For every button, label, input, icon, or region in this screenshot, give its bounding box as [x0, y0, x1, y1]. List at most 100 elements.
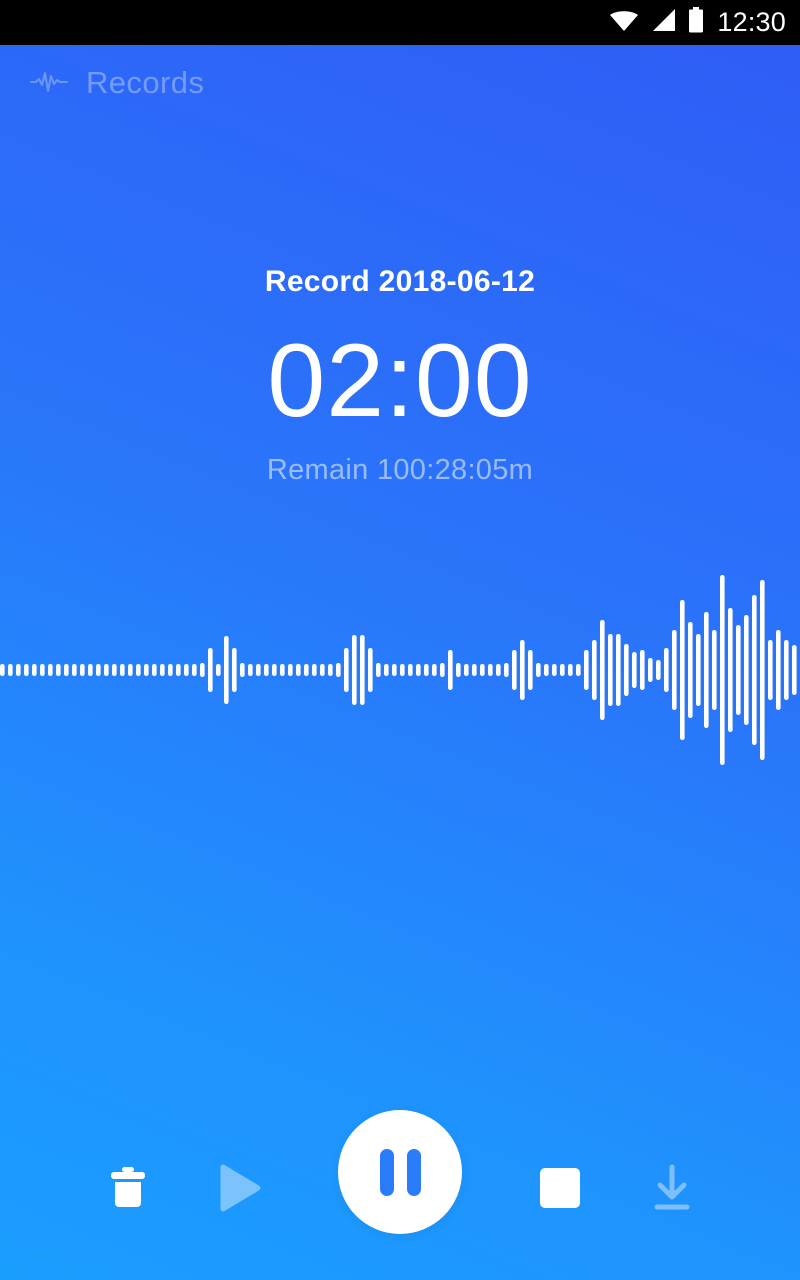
- waveform-bar: [480, 664, 485, 676]
- waveform-bar: [280, 664, 285, 676]
- waveform-bar: [368, 648, 373, 692]
- waveform-bar: [576, 664, 581, 676]
- waveform-bar: [72, 664, 77, 676]
- waveform-bar: [8, 664, 13, 676]
- waveform-bar: [560, 664, 565, 676]
- waveform-bar: [752, 595, 757, 745]
- waveform-bar: [272, 664, 277, 676]
- waveform-bar: [472, 664, 477, 676]
- play-icon: [218, 1164, 262, 1217]
- waveform-bar: [176, 664, 181, 676]
- waveform-bar: [384, 664, 389, 676]
- waveform-bar: [240, 663, 245, 677]
- waveform-bar: [768, 640, 773, 700]
- play-button[interactable]: [197, 1147, 283, 1233]
- delete-button[interactable]: [85, 1147, 171, 1233]
- download-icon: [650, 1164, 694, 1217]
- waveform-bar: [224, 636, 229, 704]
- waveform-bar: [264, 664, 269, 676]
- waveform-bar: [64, 664, 69, 676]
- status-bar: 12:30: [0, 0, 800, 45]
- waveform-bar: [152, 664, 157, 676]
- waveform-bar: [48, 664, 53, 676]
- waveform-bar: [16, 664, 21, 676]
- waveform-bar: [160, 664, 165, 676]
- waveform-bar: [232, 648, 237, 692]
- record-name-label: Record 2018-06-12: [264, 265, 536, 298]
- waveform-bar: [464, 664, 469, 676]
- waveform-bar: [512, 650, 517, 690]
- waveform-bar: [400, 664, 405, 676]
- waveform-bar: [80, 664, 85, 676]
- waveform-bar: [208, 648, 213, 692]
- record-info: Record 2018-06-12 02:00 Remain 100:28:05…: [0, 265, 800, 487]
- app-header: Records: [30, 63, 204, 101]
- waveform-bar: [296, 664, 301, 676]
- waveform-bar: [352, 635, 357, 705]
- waveform-bar: [656, 660, 661, 680]
- waveform-bar: [640, 650, 645, 690]
- waveform-bar: [536, 663, 541, 677]
- waveform-bar: [792, 645, 797, 695]
- waveform-bar: [704, 612, 709, 728]
- waveform-bar: [504, 663, 509, 677]
- waveform-bar: [680, 600, 685, 740]
- waveform-bar: [32, 664, 37, 676]
- waveform-bar: [40, 664, 45, 676]
- waveform-bar: [760, 580, 765, 760]
- waveform-bar: [672, 630, 677, 710]
- waveform-bar: [424, 664, 429, 676]
- waveform-bar: [416, 664, 421, 676]
- waveform-bar: [784, 640, 789, 700]
- waveform-bar: [88, 664, 93, 676]
- waveform-bar: [376, 663, 381, 677]
- waveform-bar: [664, 648, 669, 692]
- waveform-bar: [696, 634, 701, 706]
- pause-record-button[interactable]: [338, 1110, 462, 1234]
- audio-waveform: [0, 545, 800, 795]
- trash-icon: [107, 1165, 149, 1216]
- status-bar-clock: 12:30: [717, 7, 786, 37]
- save-button[interactable]: [629, 1147, 715, 1233]
- waveform-bar: [624, 644, 629, 696]
- waveform-bar: [184, 664, 189, 676]
- waveform-bar: [648, 658, 653, 682]
- waveform-bar: [456, 663, 461, 677]
- battery-icon: [688, 7, 704, 38]
- waveform-bar: [448, 650, 453, 690]
- waveform-bar: [144, 664, 149, 676]
- waveform-bar: [688, 622, 693, 718]
- stop-icon: [540, 1167, 580, 1213]
- cellular-signal-icon: [651, 8, 676, 37]
- elapsed-timer: 02:00: [267, 323, 533, 439]
- waveform-bar: [568, 664, 573, 676]
- waveform-bar: [584, 650, 589, 690]
- waveform-bar: [136, 664, 141, 676]
- waveform-bar: [344, 648, 349, 692]
- waveform-bar: [592, 640, 597, 700]
- waveform-bar: [408, 664, 413, 676]
- waveform-bar: [520, 640, 525, 700]
- waveform-bar: [320, 664, 325, 676]
- remaining-time-label: Remain 100:28:05m: [266, 454, 534, 487]
- waveform-bar: [168, 664, 173, 676]
- waveform-bar: [552, 664, 557, 676]
- waveform-bar: [336, 663, 341, 677]
- waveform-bar: [600, 620, 605, 720]
- waveform-bar: [328, 664, 333, 676]
- pause-icon-bar-right: [406, 1148, 421, 1196]
- waveform-bar: [728, 608, 733, 732]
- waveform-bar: [256, 664, 261, 676]
- waveform-bar: [440, 663, 445, 677]
- waveform-bar: [96, 664, 101, 676]
- waveform-bar: [0, 664, 5, 676]
- waveform-bar: [56, 664, 61, 676]
- waveform-bar: [304, 664, 309, 676]
- waveform-bar: [112, 664, 117, 676]
- waveform-bar: [248, 664, 253, 676]
- app-screen: 12:30 Records Record 2018-06-12 02:00 Re…: [0, 0, 800, 1280]
- status-bar-icons: [609, 7, 704, 38]
- waveform-bar: [528, 650, 533, 690]
- waveform-bar: [736, 625, 741, 715]
- stop-button[interactable]: [517, 1147, 603, 1233]
